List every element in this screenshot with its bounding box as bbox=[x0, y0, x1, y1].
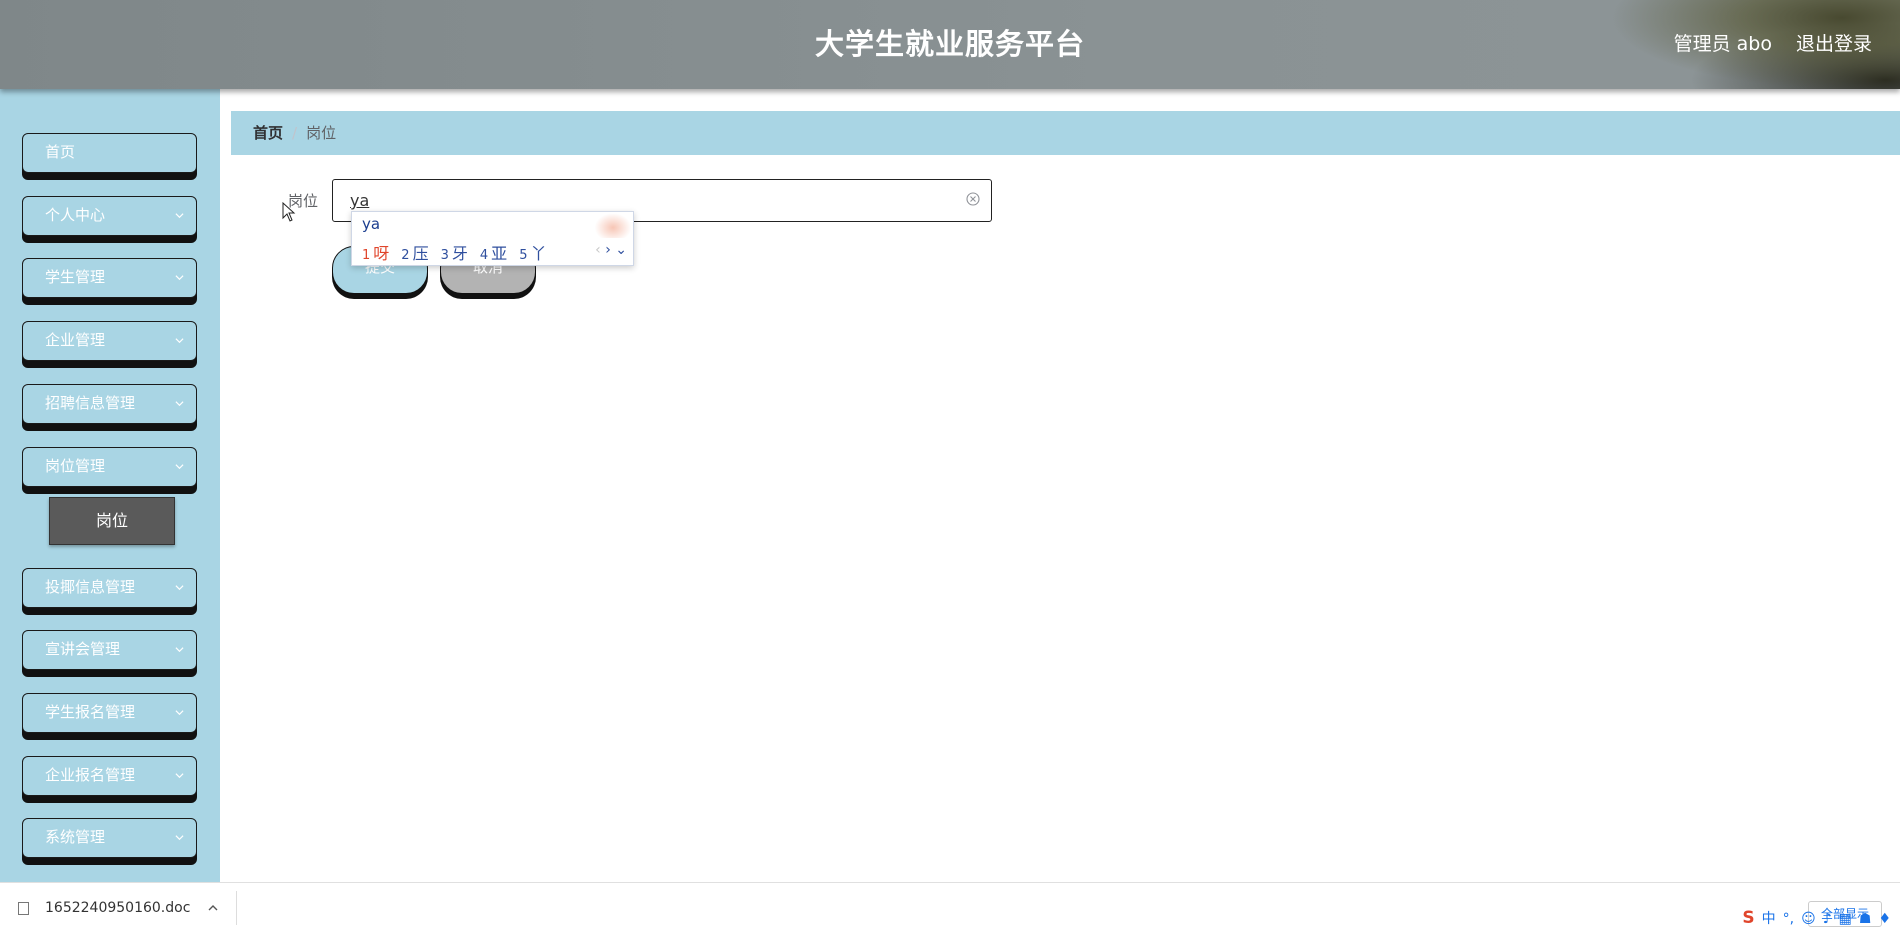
breadcrumb: 首页 / 岗位 bbox=[231, 111, 1900, 155]
chevron-down-icon bbox=[175, 275, 184, 281]
sidebar-item-label: 招聘信息管理 bbox=[45, 394, 136, 412]
sidebar-item-label: 宣讲会管理 bbox=[45, 640, 121, 658]
sidebar-item-label: 个人中心 bbox=[45, 206, 106, 224]
sidebar-item-label: 企业管理 bbox=[45, 331, 106, 349]
ime-punctuation-toggle[interactable]: °, bbox=[1783, 911, 1794, 927]
download-bar: 1652240950160.doc 全部显示 bbox=[0, 882, 1900, 933]
sidebar-item-label: 学生管理 bbox=[45, 268, 106, 286]
sidebar-item-recruitment-management[interactable]: 招聘信息管理 bbox=[22, 384, 197, 424]
chevron-down-icon bbox=[175, 585, 184, 591]
sogou-logo-icon[interactable]: S bbox=[1742, 908, 1754, 928]
ime-next-page-icon[interactable]: › bbox=[605, 242, 611, 258]
skin-icon[interactable]: ♦ bbox=[1878, 911, 1891, 927]
chevron-down-icon bbox=[175, 835, 184, 841]
breadcrumb-home[interactable]: 首页 bbox=[253, 124, 283, 142]
sidebar-item-company-signup-management[interactable]: 企业报名管理 bbox=[22, 756, 197, 796]
microphone-icon[interactable]: ♪ bbox=[1823, 911, 1832, 927]
app-title: 大学生就业服务平台 bbox=[814, 27, 1085, 61]
sidebar-item-label: 企业报名管理 bbox=[45, 766, 136, 784]
sidebar-item-label: 首页 bbox=[45, 143, 76, 161]
sidebar-item-label: 投揶信息管理 bbox=[45, 578, 136, 596]
position-input-value: ya bbox=[350, 191, 370, 210]
current-user: 管理员 abo bbox=[1673, 33, 1772, 55]
sidebar-item-position-management[interactable]: 岗位管理 bbox=[22, 447, 197, 487]
ime-candidate[interactable]: 4亚 bbox=[480, 244, 507, 263]
sidebar-subitem-position[interactable]: 岗位 bbox=[49, 497, 175, 545]
sidebar-item-student-management[interactable]: 学生管理 bbox=[22, 258, 197, 298]
sidebar-item-company-management[interactable]: 企业管理 bbox=[22, 321, 197, 361]
breadcrumb-current: 岗位 bbox=[306, 124, 337, 142]
keyboard-icon[interactable]: ▦ bbox=[1839, 911, 1852, 927]
ime-candidate-popup: ya 1呀 2压 3牙 4亚 5丫 ‹ › ⌄ bbox=[351, 211, 634, 266]
chevron-down-icon bbox=[175, 338, 184, 344]
sidebar-item-label: 岗位管理 bbox=[45, 457, 106, 475]
chevron-down-icon bbox=[175, 464, 184, 470]
ime-page-controls: ‹ › ⌄ bbox=[595, 242, 627, 258]
sidebar-item-label: 系统管理 bbox=[45, 828, 106, 846]
ime-composition: ya bbox=[362, 215, 381, 233]
download-item[interactable]: 1652240950160.doc bbox=[18, 883, 190, 933]
clear-icon[interactable] bbox=[965, 191, 981, 207]
document-icon bbox=[18, 901, 29, 915]
breadcrumb-separator: / bbox=[292, 124, 298, 142]
top-header: 大学生就业服务平台 管理员 abo 退出登录 bbox=[0, 0, 1900, 89]
ime-candidate[interactable]: 1呀 bbox=[362, 244, 389, 263]
sidebar-item-student-signup-management[interactable]: 学生报名管理 bbox=[22, 693, 197, 733]
ime-candidate-list: 1呀 2压 3牙 4亚 5丫 bbox=[362, 240, 558, 264]
chevron-down-icon bbox=[175, 213, 184, 219]
divider bbox=[236, 891, 237, 925]
mouse-cursor-icon bbox=[282, 202, 296, 222]
emoji-icon[interactable]: ☺ bbox=[1801, 911, 1816, 927]
chevron-down-icon bbox=[175, 401, 184, 407]
sidebar-item-application-management[interactable]: 投揶信息管理 bbox=[22, 568, 197, 608]
ime-expand-icon[interactable]: ⌄ bbox=[615, 242, 627, 258]
ime-prev-page-icon[interactable]: ‹ bbox=[595, 242, 601, 258]
chevron-up-icon[interactable] bbox=[207, 902, 219, 914]
download-filename: 1652240950160.doc bbox=[45, 900, 191, 916]
chevron-down-icon bbox=[175, 710, 184, 716]
ime-language-toggle[interactable]: 中 bbox=[1762, 911, 1776, 927]
ime-candidate[interactable]: 5丫 bbox=[519, 244, 546, 263]
sidebar-item-system-management[interactable]: 系统管理 bbox=[22, 818, 197, 858]
sidebar-item-personal-center[interactable]: 个人中心 bbox=[22, 196, 197, 236]
chevron-down-icon bbox=[175, 647, 184, 653]
logout-link[interactable]: 退出登录 bbox=[1796, 0, 1872, 89]
user-icon[interactable]: ☗ bbox=[1859, 911, 1872, 927]
ime-toolbar: S 中 °, ☺ ♪ ▦ ☗ ♦ bbox=[1742, 908, 1898, 930]
chevron-down-icon bbox=[175, 773, 184, 779]
ime-skin-decoration bbox=[593, 212, 633, 238]
ime-candidate[interactable]: 3牙 bbox=[441, 244, 468, 263]
sidebar-item-seminar-management[interactable]: 宣讲会管理 bbox=[22, 630, 197, 670]
sidebar-item-label: 学生报名管理 bbox=[45, 703, 136, 721]
ime-candidate[interactable]: 2压 bbox=[401, 244, 428, 263]
sidebar-item-home[interactable]: 首页 bbox=[22, 133, 197, 173]
